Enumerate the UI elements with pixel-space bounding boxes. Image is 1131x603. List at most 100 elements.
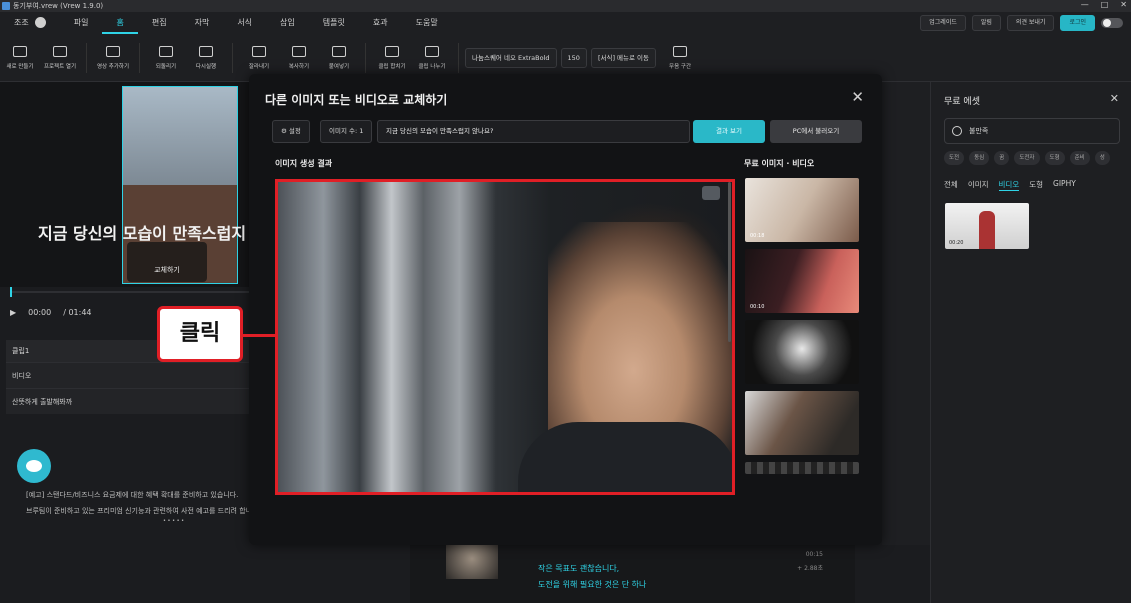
new-project-button[interactable]: 새로 만들기: [0, 45, 40, 70]
prompt-input[interactable]: 지금 당신의 모습이 만족스럽지 않나요?: [377, 120, 690, 143]
toolbar-divider: [365, 42, 366, 73]
time-row: ▶ 00:00 / 01:44: [10, 308, 92, 317]
result-scrollbar[interactable]: [728, 182, 731, 342]
asset-search-input[interactable]: 불만족: [944, 118, 1120, 144]
font-select[interactable]: 나눔스퀘어 네오 ExtraBold: [465, 47, 557, 68]
free-media-item[interactable]: [745, 320, 859, 384]
clip-thumbnail[interactable]: [446, 545, 498, 579]
generated-image[interactable]: [275, 179, 735, 495]
free-media-item[interactable]: 00:18: [745, 178, 859, 242]
settings-button[interactable]: ⚙ 설정: [272, 120, 310, 143]
tab-shape[interactable]: 도형: [1029, 179, 1043, 191]
chat-button[interactable]: [17, 449, 51, 483]
menu-user[interactable]: 조조: [0, 12, 60, 34]
tab-all[interactable]: 전체: [944, 179, 958, 191]
add-video-button[interactable]: 영상 추가하기: [93, 45, 133, 70]
download-icon[interactable]: [702, 186, 720, 200]
playback-progress[interactable]: [10, 287, 250, 297]
undo-button[interactable]: 되돌리기: [146, 45, 186, 70]
free-media-item[interactable]: 00:10: [745, 249, 859, 313]
close-icon[interactable]: ✕: [1110, 92, 1119, 105]
clip-row-video[interactable]: 비디오: [6, 362, 250, 388]
split-clip-button[interactable]: 클립 나누기: [412, 45, 452, 70]
menu-effects[interactable]: 효과: [359, 12, 402, 34]
script-side-icons: [882, 82, 930, 545]
minimize-icon[interactable]: —: [1081, 0, 1089, 9]
redo-button[interactable]: 다시실행: [186, 45, 226, 70]
move-to-format-button[interactable]: [서식] 메뉴로 이동: [590, 47, 657, 68]
asset-duration: 00:20: [949, 240, 964, 246]
login-button[interactable]: 로그인: [1060, 15, 1095, 31]
menu-edit[interactable]: 편집: [138, 12, 181, 34]
undo-icon: [159, 45, 173, 57]
menu-insert[interactable]: 삽입: [266, 12, 309, 34]
feedback-button[interactable]: 의견 보내기: [1006, 15, 1055, 31]
paste-button[interactable]: 붙여넣기: [319, 45, 359, 70]
video-preview: 교체하기 지금 당신의 모습이 만족스럽지: [0, 82, 250, 287]
search-icon: [952, 126, 962, 136]
redo-icon: [199, 45, 213, 57]
toolbar-divider: [458, 42, 459, 73]
keyword-chip[interactable]: 꿈: [994, 151, 1010, 165]
cut-button[interactable]: 잘라내기: [239, 45, 279, 70]
clip-row-music[interactable]: 산뜻하게 출발해봐까: [6, 388, 250, 414]
copy-button[interactable]: 복사하기: [279, 45, 319, 70]
menu-bar: 조조 파일 홈 편집 자막 서식 삽입 템플릿 효과 도움말 업그레이드 알림 …: [0, 12, 1131, 34]
notice-line1[interactable]: [예고] 스탠다드/비즈니스 요금제에 대한 혜택 확대를 준비하고 있습니다.: [26, 490, 238, 500]
upgrade-button[interactable]: 업그레이드: [920, 15, 966, 31]
generated-section-label: 이미지 생성 결과: [275, 159, 333, 168]
panel-title: 무료 에셋: [944, 97, 980, 107]
notice-pager[interactable]: • • • • •: [163, 518, 184, 524]
theme-toggle[interactable]: [1101, 18, 1123, 28]
new-icon: [13, 45, 27, 57]
title-bar: 동기부여.vrew (Vrew 1.9.0) — □ ✕: [0, 0, 1131, 12]
font-size-select[interactable]: 150: [560, 47, 587, 68]
keyword-chip[interactable]: 도전: [944, 151, 965, 165]
keyword-chip[interactable]: 동심: [969, 151, 990, 165]
keyword-chip[interactable]: 성: [1094, 151, 1110, 165]
keyword-chip[interactable]: 도형: [1044, 151, 1065, 165]
time-current: 00:00: [28, 308, 52, 317]
window-controls: — □ ✕: [1081, 0, 1127, 9]
load-from-pc-button[interactable]: PC에서 불러오기: [770, 120, 862, 143]
clip-duration: + 2.88초: [797, 565, 823, 572]
notice-line2: 브루팀이 준비하고 있는 프리미엄 신기능과 관련하여 사전 예고를 드리려 합…: [26, 507, 261, 515]
menu-subtitle[interactable]: 자막: [181, 12, 224, 34]
free-section-label: 무료 이미지 · 비디오: [744, 159, 815, 168]
play-icon[interactable]: ▶: [10, 308, 16, 317]
script-line1[interactable]: 작은 목표도 괜찮습니다,: [538, 563, 619, 574]
keyword-chip[interactable]: 도전자: [1014, 151, 1040, 165]
avatar[interactable]: [34, 17, 46, 28]
free-media-item[interactable]: [745, 391, 859, 455]
script-line2[interactable]: 도전을 위해 필요한 것은 단 하나: [538, 579, 646, 590]
merge-clips-button[interactable]: 클립 합치기: [372, 45, 412, 70]
keyword-chip[interactable]: 준비: [1069, 151, 1090, 165]
view-result-button[interactable]: 결과 보기: [693, 120, 765, 143]
copy-icon: [292, 45, 306, 57]
menu-help[interactable]: 도움말: [402, 12, 452, 34]
app-icon: [2, 2, 10, 10]
maximize-icon[interactable]: □: [1101, 0, 1109, 9]
menu-template[interactable]: 템플릿: [309, 12, 359, 34]
menu-home[interactable]: 홈: [102, 12, 138, 34]
menu-format[interactable]: 서식: [223, 12, 266, 34]
tab-giphy[interactable]: GIPHY: [1053, 179, 1076, 191]
open-project-button[interactable]: 프로젝트 열기: [40, 45, 80, 70]
replace-media-dialog: 다른 이미지 또는 비디오로 교체하기 ✕ ⚙ 설정 이미지 수: 1 지금 당…: [249, 74, 882, 545]
script-clip: 작은 목표도 괜찮습니다, 도전을 위해 필요한 것은 단 하나 00:15 +…: [410, 545, 855, 603]
menu-file[interactable]: 파일: [60, 12, 103, 34]
tab-video[interactable]: 비디오: [998, 179, 1020, 191]
notifications-button[interactable]: 알림: [971, 15, 1001, 31]
replace-button[interactable]: 교체하기: [127, 242, 207, 282]
keyword-chips: 도전 동심 꿈 도전자 도형 준비 성: [944, 151, 1110, 165]
close-window-icon[interactable]: ✕: [1120, 0, 1127, 9]
asset-thumbnail[interactable]: 00:20: [945, 203, 1029, 249]
tab-image[interactable]: 이미지: [968, 179, 989, 191]
silence-icon: [673, 45, 688, 57]
silence-button[interactable]: 무음 구간: [660, 45, 700, 70]
paste-icon: [332, 45, 346, 57]
image-count-button[interactable]: 이미지 수: 1: [320, 120, 373, 143]
close-icon[interactable]: ✕: [851, 88, 864, 106]
callout-connector: [243, 334, 276, 337]
add-video-icon: [106, 45, 120, 57]
